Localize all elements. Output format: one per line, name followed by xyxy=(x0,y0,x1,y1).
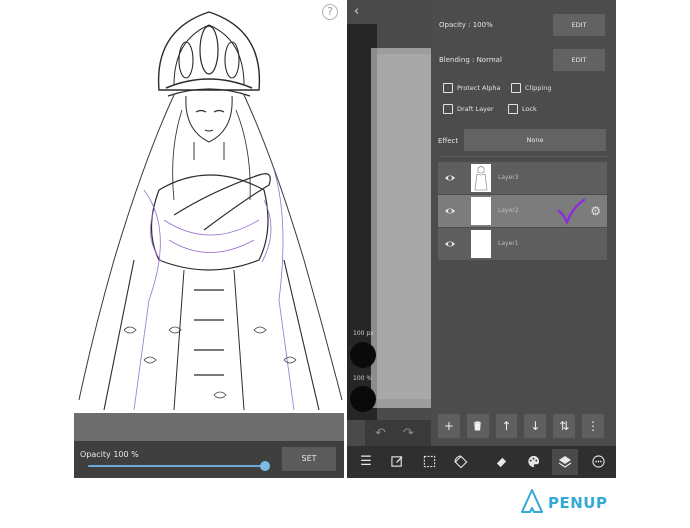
layer-thumbnail-sketch xyxy=(471,164,491,192)
protect-alpha-checkbox[interactable]: Protect Alpha xyxy=(443,83,501,93)
arrow-down-icon[interactable]: ↓ xyxy=(524,414,547,438)
drawing-canvas[interactable] xyxy=(74,0,344,415)
effect-label: Effect xyxy=(438,137,459,145)
layer-name: Layer2 xyxy=(498,207,519,214)
brush-size-label: 100 px xyxy=(353,330,374,337)
canvas-bottom-strip xyxy=(74,413,344,441)
gear-icon[interactable]: ⚙ xyxy=(590,204,601,218)
checkbox-box[interactable] xyxy=(511,83,521,93)
eraser-icon[interactable] xyxy=(492,453,510,471)
checkbox-box[interactable] xyxy=(443,83,453,93)
checkbox-label: Clipping xyxy=(525,84,552,92)
penup-logo: PENUP xyxy=(520,488,610,516)
panel-divider xyxy=(439,156,607,157)
undo-redo-bar: ↶ ↷ xyxy=(365,420,431,446)
undo-icon[interactable]: ↶ xyxy=(375,426,386,441)
checkbox-box[interactable] xyxy=(443,104,453,114)
layer-row-layer1[interactable]: Layer1 xyxy=(438,228,607,260)
layer-panel: Opacity : 100% EDIT Blending : Normal ED… xyxy=(431,0,616,446)
layer-row-layer3[interactable]: Layer3 xyxy=(438,162,607,194)
layer-row-layer2[interactable]: Layer2 ⚙ xyxy=(438,195,607,227)
checkbox-box[interactable] xyxy=(508,104,518,114)
add-icon[interactable]: + xyxy=(438,414,460,438)
screenshot-page: ? Opacity 100 % SET ‹ 100 px 100 % ↶ ↷ O… xyxy=(0,0,690,528)
blending-edit-button[interactable]: EDIT xyxy=(553,49,605,71)
penup-logo-icon xyxy=(521,489,543,513)
checkbox-label: Lock xyxy=(522,105,537,113)
help-icon[interactable]: ? xyxy=(322,4,338,20)
check-mark-annotation-icon xyxy=(557,198,586,225)
edit-icon[interactable] xyxy=(388,453,406,471)
opacity-slider-track[interactable] xyxy=(88,465,266,467)
eye-icon[interactable] xyxy=(444,238,456,250)
brush-opacity-dot[interactable] xyxy=(350,386,376,412)
layer-thumbnail-blank xyxy=(471,230,491,258)
clipping-checkbox[interactable]: Clipping xyxy=(511,83,551,93)
draft-layer-checkbox[interactable]: Draft Layer xyxy=(443,104,494,114)
set-button[interactable]: SET xyxy=(282,447,336,471)
left-screen: ? Opacity 100 % SET xyxy=(74,0,344,478)
brush-size-dot[interactable] xyxy=(350,342,376,368)
back-arrow-icon[interactable]: ‹ xyxy=(354,4,359,19)
opacity-edit-button[interactable]: EDIT xyxy=(553,14,605,36)
palette-icon[interactable] xyxy=(524,453,542,471)
redo-icon[interactable]: ↷ xyxy=(403,426,414,441)
effect-select[interactable]: None xyxy=(464,129,606,151)
layer-thumbnail-blank xyxy=(471,197,491,225)
bottom-toolbar: ☰ xyxy=(347,446,616,478)
top-bar: ‹ xyxy=(347,0,431,24)
more-icon[interactable]: ⋮ xyxy=(582,414,604,438)
lock-checkbox[interactable]: Lock xyxy=(508,104,537,114)
right-screen: ‹ 100 px 100 % ↶ ↷ Opacity : 100% EDIT B… xyxy=(347,0,616,478)
canvas-preview-page xyxy=(377,54,431,399)
opacity-slider-thumb[interactable] xyxy=(260,461,270,471)
more-circle-icon[interactable] xyxy=(589,453,607,471)
layer-name: Layer1 xyxy=(498,240,519,247)
checkbox-label: Protect Alpha xyxy=(457,84,501,92)
brush-opacity-label: 100 % xyxy=(353,375,373,382)
layer-opacity-label: Opacity : 100% xyxy=(439,21,493,29)
menu-icon[interactable]: ☰ xyxy=(357,453,375,471)
opacity-panel: Opacity 100 % SET xyxy=(74,441,344,478)
layer-name: Layer3 xyxy=(498,174,519,181)
logo-text: PENUP xyxy=(548,494,608,512)
trash-icon[interactable] xyxy=(466,414,489,438)
blending-label: Blending : Normal xyxy=(439,56,502,64)
opacity-label: Opacity 100 % xyxy=(80,450,139,459)
checkbox-label: Draft Layer xyxy=(457,105,494,113)
eye-icon[interactable] xyxy=(444,205,456,217)
layers-icon[interactable] xyxy=(552,449,578,475)
arrow-up-icon[interactable]: ↑ xyxy=(495,414,518,438)
swap-icon[interactable]: ⇅ xyxy=(553,414,576,438)
rotate-icon[interactable] xyxy=(452,453,470,471)
eye-icon[interactable] xyxy=(444,172,456,184)
selection-icon[interactable] xyxy=(420,453,438,471)
layer-tools-bar: + ↑ ↓ ⇅ ⋮ xyxy=(438,414,607,442)
